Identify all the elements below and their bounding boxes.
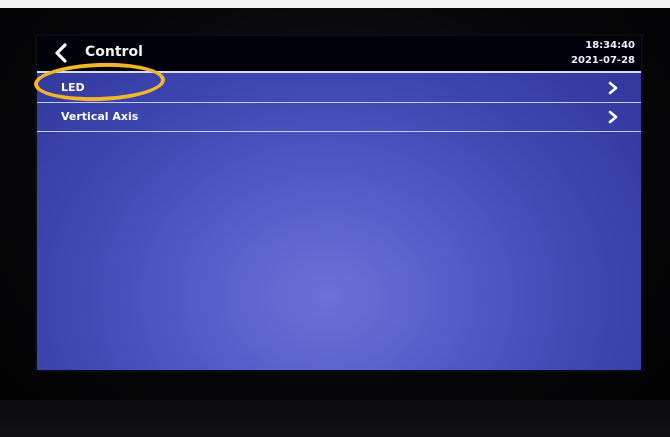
menu-item-label: Vertical Axis <box>61 110 139 123</box>
menu-item-vertical-axis[interactable]: Vertical Axis <box>37 103 641 132</box>
bezel-bottom <box>0 400 670 437</box>
chevron-right-icon <box>608 110 618 124</box>
back-button[interactable] <box>51 42 73 64</box>
clock-date: 2021-07-28 <box>571 55 635 66</box>
clock: 18:34:40 2021-07-28 <box>571 38 635 68</box>
clock-time: 18:34:40 <box>585 40 635 51</box>
photo-frame: Control 18:34:40 2021-07-28 LED Vertical… <box>0 0 670 437</box>
chevron-left-icon <box>55 43 67 63</box>
chevron-right-icon <box>608 81 618 95</box>
bezel-top <box>0 0 670 8</box>
page-title: Control <box>85 44 143 60</box>
